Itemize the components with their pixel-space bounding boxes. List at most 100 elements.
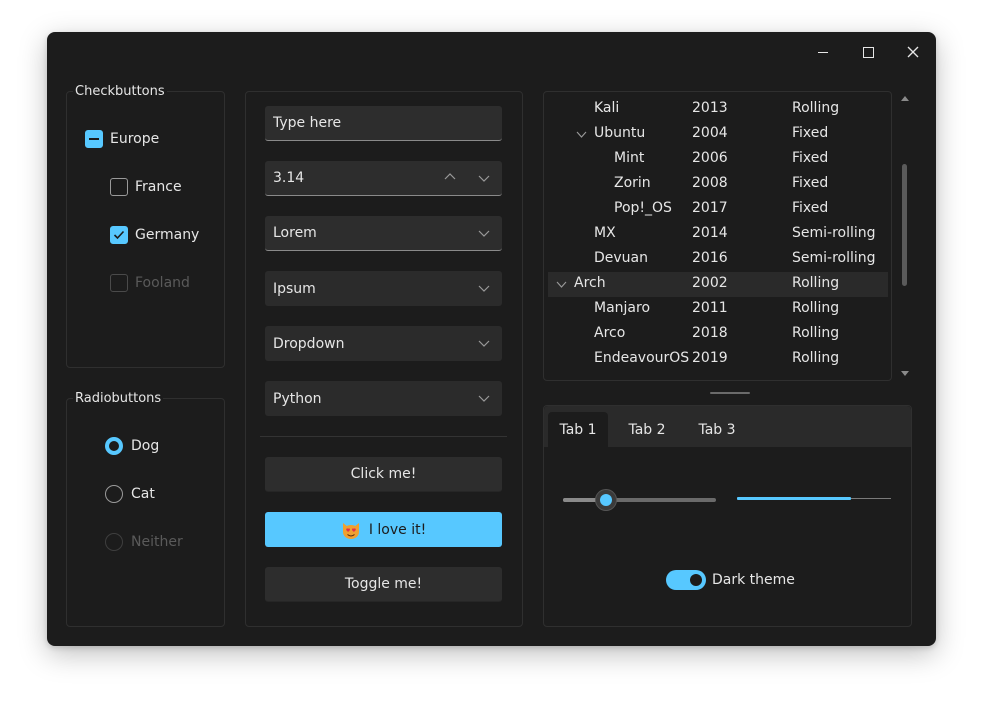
tree-cell-year: 2014 [692,225,728,241]
chevron-up-icon[interactable] [444,171,456,183]
combobox-ipsum[interactable]: Ipsum [265,271,502,306]
tree-cell-year: 2008 [692,175,728,191]
radio-selected-icon [105,437,123,455]
tree-row[interactable]: Zorin 2008 Fixed [548,172,888,197]
check-france[interactable]: France [110,178,182,196]
tree-cell-year: 2018 [692,325,728,341]
check-germany-label: Germany [135,227,200,243]
checkbuttons-group: Checkbuttons Europe France Germany Foola… [66,83,225,368]
slider-thumb[interactable] [594,489,617,511]
tab-2[interactable]: Tab 2 [616,412,678,447]
separator [260,436,507,437]
combobox-lorem-value: Lorem [273,225,317,241]
tree-scrollbar[interactable] [899,92,911,382]
radio-dog[interactable]: Dog [105,437,159,455]
radiobuttons-group: Radiobuttons Dog Cat Neither [66,390,225,627]
tab-1[interactable]: Tab 1 [548,412,608,447]
tree-cell-type: Rolling [792,350,840,366]
tree-cell-year: 2013 [692,100,728,116]
dropdown-menu[interactable]: Dropdown [265,326,502,361]
tree-cell-type: Fixed [792,200,829,216]
treeview[interactable]: Kali 2013 Rolling Ubuntu 2004 Fixed Mint… [543,91,892,381]
progress-fill [737,497,851,500]
tree-cell-name: Manjaro [594,300,651,316]
tree-cell-type: Rolling [792,275,840,291]
tree-row[interactable]: Kali 2013 Rolling [548,97,888,122]
i-love-it-label: I love it! [368,521,427,538]
close-button[interactable] [899,38,927,66]
tree-cell-name: Devuan [594,250,649,266]
tree-row[interactable]: Mint 2006 Fixed [548,147,888,172]
close-icon [907,46,919,58]
maximize-button[interactable] [854,38,882,66]
tree-row[interactable]: Pop!_OS 2017 Fixed [548,197,888,222]
tree-row[interactable]: Ubuntu 2004 Fixed [548,122,888,147]
checkbuttons-title: Checkbuttons [73,83,167,101]
chevron-down-icon[interactable] [478,227,490,239]
scroll-up-arrow-icon[interactable] [900,94,910,104]
radiobuttons-title: Radiobuttons [73,390,164,408]
tree-row[interactable]: Devuan 2016 Semi-rolling [548,247,888,272]
tree-row[interactable]: Manjaro 2011 Rolling [548,297,888,322]
scroll-down-arrow-icon[interactable] [900,368,910,378]
tab-3[interactable]: Tab 3 [686,412,748,447]
chevron-down-icon[interactable] [478,282,490,294]
dropdown-value: Dropdown [273,335,345,352]
dark-theme-switch[interactable]: Dark theme [666,570,795,590]
radio-cat-label: Cat [131,486,155,502]
checkmark-icon [110,226,128,244]
text-entry[interactable] [265,106,502,141]
click-me-button[interactable]: Click me! [265,457,502,492]
tree-row-selected[interactable]: Arch 2002 Rolling [548,272,888,297]
tree-cell-name: Mint [614,150,645,166]
click-me-label: Click me! [350,466,417,482]
tree-row[interactable]: MX 2014 Semi-rolling [548,222,888,247]
progress-bar [737,497,891,500]
chevron-down-icon[interactable] [556,279,567,290]
tree-cell-name: MX [594,225,616,241]
heart-eyes-cat-icon [341,520,361,540]
chevron-down-icon[interactable] [478,172,490,184]
scrollbar-thumb[interactable] [902,164,907,286]
chevron-down-icon[interactable] [478,392,490,404]
paned-sash-handle[interactable] [710,392,750,394]
check-france-label: France [135,179,182,195]
check-europe[interactable]: Europe [85,130,159,148]
app-window: Checkbuttons Europe France Germany Foola… [47,32,936,646]
radio-cat[interactable]: Cat [105,485,155,503]
tree-cell-year: 2006 [692,150,728,166]
notebook: Tab 1 Tab 2 Tab 3 Dark theme [543,405,912,627]
spinbox[interactable]: 3.14 [265,161,502,196]
tree-cell-name: Arch [574,275,606,291]
tree-cell-type: Fixed [792,150,829,166]
entry-input[interactable] [273,115,473,131]
tree-cell-type: Rolling [792,325,840,341]
radio-dog-label: Dog [131,438,160,454]
tree-row[interactable]: EndeavourOS 2019 Rolling [548,347,888,372]
tree-cell-type: Rolling [792,100,840,116]
i-love-it-button[interactable]: I love it! [265,512,502,547]
spinbox-value: 3.14 [273,170,305,186]
check-fooland-label: Fooland [135,275,190,291]
optionmenu-python[interactable]: Python [265,381,502,416]
toggle-switch-icon[interactable] [666,570,706,590]
tree-cell-year: 2011 [692,300,728,316]
tree-cell-year: 2004 [692,125,728,141]
scale-slider[interactable] [563,489,716,511]
tab-3-label: Tab 3 [698,421,736,438]
optionmenu-value: Python [273,390,322,407]
minimize-button[interactable] [809,38,837,66]
chevron-down-icon[interactable] [576,129,587,140]
tree-cell-type: Fixed [792,125,829,141]
minimize-icon [818,51,828,53]
tree-cell-name: Zorin [614,175,651,191]
tab-bar: Tab 1 Tab 2 Tab 3 [544,406,911,447]
toggle-me-button[interactable]: Toggle me! [265,567,502,602]
tree-row[interactable]: Arco 2018 Rolling [548,322,888,347]
check-germany[interactable]: Germany [110,226,199,244]
toggle-me-label: Toggle me! [344,576,423,592]
combobox-lorem[interactable]: Lorem [265,216,502,251]
chevron-down-icon[interactable] [478,337,490,349]
radio-neither: Neither [105,533,183,551]
tree-cell-name: Ubuntu [594,125,646,141]
